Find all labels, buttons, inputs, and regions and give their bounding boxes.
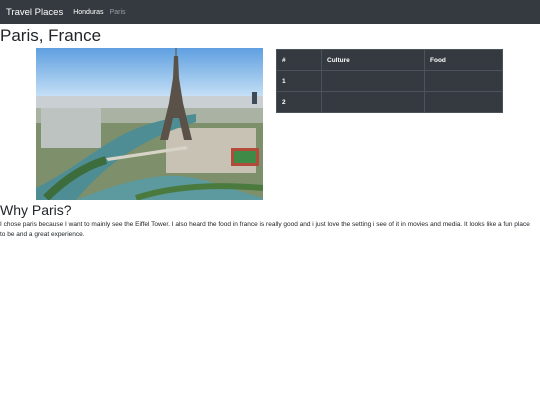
- row-food: [424, 70, 503, 92]
- section-heading: Why Paris?: [0, 202, 72, 218]
- row-index: 1: [276, 70, 322, 92]
- paris-photo: [36, 48, 263, 200]
- content-row: # Culture Food 1 2: [0, 48, 540, 202]
- brand-link[interactable]: Travel Places: [6, 7, 63, 18]
- header-food: Food: [424, 49, 503, 71]
- table-column: # Culture Food 1 2: [270, 48, 540, 202]
- row-index: 2: [276, 91, 322, 113]
- header-index: #: [276, 49, 322, 71]
- paris-image: [36, 48, 263, 200]
- header-culture: Culture: [321, 49, 425, 71]
- row-culture: [321, 70, 425, 92]
- page-title: Paris, France: [0, 26, 102, 45]
- table-header-row: # Culture Food: [276, 49, 503, 71]
- table-row: 2: [276, 91, 503, 113]
- top-navbar: Travel Places Honduras Paris: [0, 0, 540, 24]
- photo-column: [0, 48, 270, 202]
- travel-table: # Culture Food 1 2: [276, 49, 503, 113]
- nav-link-honduras[interactable]: Honduras: [73, 9, 103, 16]
- section-paragraph: I chose paris because I want to mainly s…: [0, 221, 530, 238]
- table-row: 1: [276, 70, 503, 92]
- nav-link-paris[interactable]: Paris: [110, 9, 126, 16]
- row-food: [424, 91, 503, 113]
- row-culture: [321, 91, 425, 113]
